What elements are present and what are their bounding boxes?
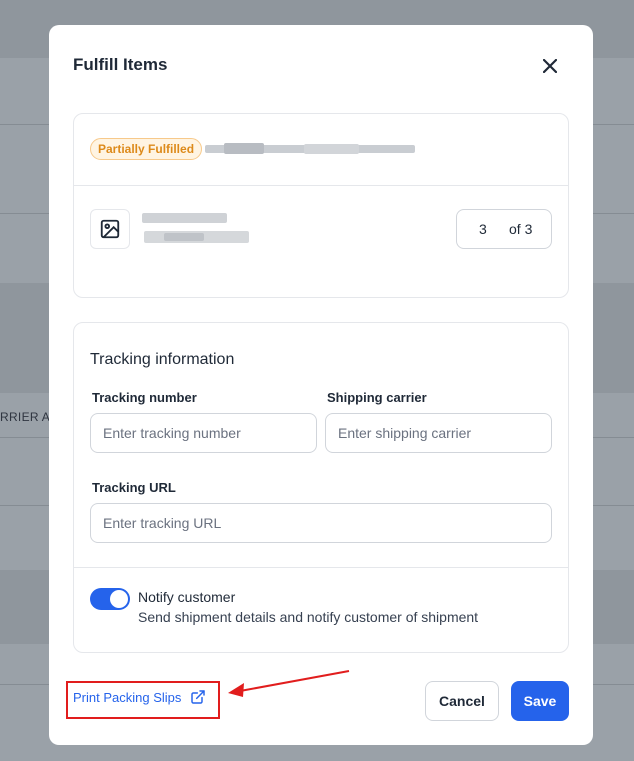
tracking-number-input[interactable] [90,413,317,453]
notify-customer-description: Send shipment details and notify custome… [138,609,479,625]
external-link-icon [191,690,206,704]
status-badge: Partially Fulfilled [90,138,203,160]
notify-customer-toggle[interactable] [90,588,130,610]
card-divider [74,567,568,568]
toggle-knob [110,590,128,608]
image-icon [100,219,120,239]
tracking-number-label: Tracking number [92,390,197,405]
close-button[interactable] [539,55,561,77]
close-icon [543,59,557,73]
quantity-input[interactable]: 3 of 3 [456,209,552,249]
cancel-button[interactable]: Cancel [425,681,499,721]
tracking-url-label: Tracking URL [92,480,176,495]
card-divider [74,185,568,186]
quantity-value: 3 [479,221,487,237]
tracking-section-title: Tracking information [90,351,235,368]
save-button[interactable]: Save [511,681,569,721]
quantity-total: of 3 [509,221,533,237]
notify-customer-title: Notify customer [138,589,236,605]
fulfill-items-modal: Fulfill Items Partially Fulfilled 3 of 3… [49,25,593,745]
shipping-carrier-input[interactable] [325,413,552,453]
print-packing-slips-link[interactable]: Print Packing Slips [73,689,206,705]
print-packing-slips-label: Print Packing Slips [73,689,182,705]
modal-title: Fulfill Items [73,55,168,74]
shipping-carrier-label: Shipping carrier [327,390,427,405]
tracking-url-input[interactable] [90,503,552,543]
items-card: Partially Fulfilled 3 of 3 [73,113,569,298]
tracking-card: Tracking information Tracking number Shi… [73,322,569,653]
item-thumbnail [90,209,130,249]
